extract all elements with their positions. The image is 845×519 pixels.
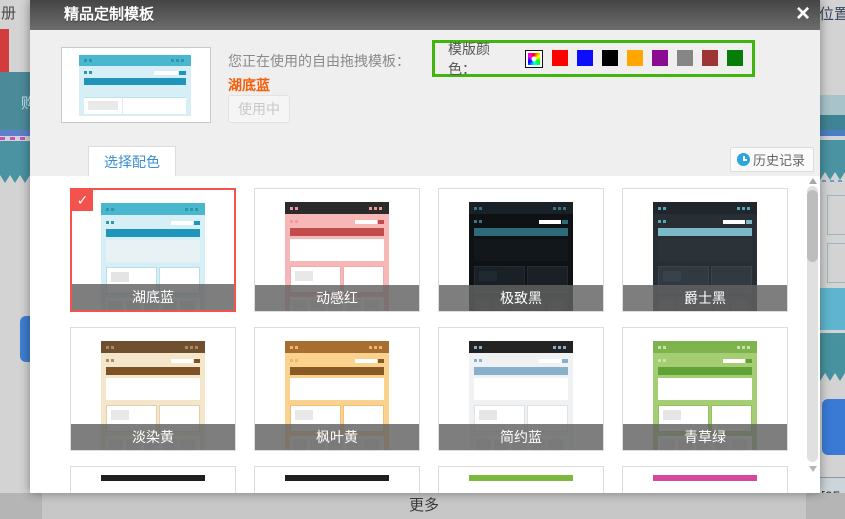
bg-teal-band-left: 购	[0, 72, 30, 130]
color-swatch-orange[interactable]	[627, 50, 643, 66]
bg-zigzag-left	[0, 141, 30, 183]
bg-outline-box-2	[827, 243, 845, 283]
bg-dashed-line-left	[0, 137, 30, 140]
template-card[interactable]: 动感红	[254, 188, 420, 312]
color-swatch-blue[interactable]	[577, 50, 593, 66]
preview-body	[79, 66, 191, 116]
template-name: 枫叶黄	[255, 424, 419, 450]
color-swatch-red[interactable]	[552, 50, 568, 66]
template-card-partial[interactable]	[622, 466, 788, 493]
dialog-title: 精品定制模板	[64, 0, 154, 30]
template-name: 淡染黄	[71, 424, 235, 450]
template-dialog: 精品定制模板 × 您正在使用的自由拖拽模板： 湖底蓝 使用中 模版颜色： 选择配…	[30, 0, 820, 493]
template-thumbnail	[653, 475, 757, 481]
template-colors-label: 模版颜色：	[448, 39, 517, 79]
template-name: 青草绿	[623, 424, 787, 450]
bg-blue-button-left	[20, 316, 30, 362]
template-card[interactable]: 简约蓝	[438, 327, 604, 451]
history-button[interactable]: 历史记录	[730, 147, 814, 172]
preview-thumbnail	[79, 55, 191, 113]
color-swatch-multicolor[interactable]	[525, 50, 543, 68]
screen: 册 购 位置 [05- 更多 精品定制模板 ×	[0, 0, 845, 519]
clock-icon	[737, 153, 750, 166]
template-color-swatches	[525, 50, 752, 68]
preview-topbar	[79, 55, 191, 66]
template-thumbnail	[469, 475, 573, 481]
history-button-label: 历史记录	[753, 150, 805, 169]
template-name: 简约蓝	[439, 424, 603, 450]
bg-zigzag-right-1	[820, 140, 845, 180]
bg-topbar-text: 册	[1, 2, 16, 23]
template-name: 极致黑	[439, 285, 603, 311]
bg-teal-band-right	[820, 115, 845, 130]
bg-blue-strip-right	[820, 130, 845, 136]
template-colors-box: 模版颜色：	[432, 40, 755, 77]
scrollbar-thumb[interactable]	[807, 190, 818, 262]
template-grid: ✓ 湖底蓝 动感红	[70, 188, 790, 493]
current-template-name: 湖底蓝	[228, 75, 270, 95]
color-swatch-dark-red[interactable]	[702, 50, 718, 66]
template-card[interactable]: 青草绿	[622, 327, 788, 451]
in-use-button[interactable]: 使用中	[228, 95, 290, 123]
color-swatch-purple[interactable]	[652, 50, 668, 66]
bg-zigzag-right-2	[820, 333, 845, 381]
color-swatch-black[interactable]	[602, 50, 618, 66]
selected-check-icon: ✓	[72, 190, 93, 211]
color-swatch-green[interactable]	[727, 50, 743, 66]
bg-light-band-right	[820, 95, 845, 115]
template-thumbnail	[285, 475, 389, 481]
bg-blue-button-right	[822, 399, 845, 455]
bg-band-glyph: 购	[21, 92, 30, 113]
bg-dashed-blue-right	[822, 180, 845, 182]
color-swatch-gray[interactable]	[677, 50, 693, 66]
template-card-partial[interactable]	[254, 466, 420, 493]
template-card[interactable]: 极致黑	[438, 188, 604, 312]
scroll-up-icon[interactable]	[809, 178, 817, 184]
template-card[interactable]: 爵士黑	[622, 188, 788, 312]
template-name: 爵士黑	[623, 285, 787, 311]
template-thumbnail	[101, 475, 205, 481]
tab-select-colors[interactable]: 选择配色	[88, 146, 176, 176]
current-template-preview	[61, 47, 211, 123]
template-card[interactable]: 淡染黄	[70, 327, 236, 451]
current-template-label: 您正在使用的自由拖拽模板：	[228, 51, 410, 71]
bg-topbar-text-right: 位置	[819, 3, 845, 24]
template-card-partial[interactable]	[70, 466, 236, 493]
template-name: 湖底蓝	[72, 284, 234, 310]
dialog-header: 精品定制模板 ×	[30, 0, 820, 30]
scroll-down-icon[interactable]	[809, 466, 817, 472]
template-name: 动感红	[255, 285, 419, 311]
template-card[interactable]: ✓ 湖底蓝	[70, 188, 236, 312]
template-card-partial[interactable]	[438, 466, 604, 493]
close-icon[interactable]: ×	[788, 0, 818, 30]
bg-outline-box-1	[827, 195, 845, 235]
bg-cyan-band-right	[820, 288, 845, 330]
bg-red-bar	[0, 29, 9, 72]
more-button: 更多	[42, 493, 806, 519]
bg-blue-strip-left	[0, 130, 30, 136]
template-card[interactable]: 枫叶黄	[254, 327, 420, 451]
